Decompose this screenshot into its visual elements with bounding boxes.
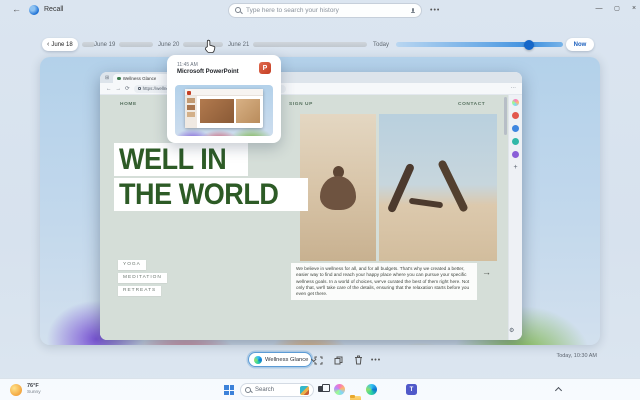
timeline-today-label[interactable]: Today bbox=[373, 39, 389, 51]
browser-menu-icon[interactable]: ⋯ bbox=[511, 86, 517, 92]
edge-icon bbox=[254, 355, 262, 364]
weather-temperature[interactable]: 76°F bbox=[27, 383, 39, 389]
arrow-right-icon[interactable]: → bbox=[482, 267, 491, 277]
snapshot-timestamp: Today, 10:30 AM bbox=[556, 353, 597, 359]
start-button[interactable] bbox=[224, 385, 234, 395]
back-icon[interactable]: ← bbox=[12, 5, 21, 14]
browser-toolbar: ← → ⟳ https://wellnessglance.com ⋯ bbox=[100, 83, 522, 95]
browser-forward-icon[interactable]: → bbox=[116, 86, 122, 92]
tag-yoga[interactable]: YOGA bbox=[118, 260, 146, 270]
timeline-day-label[interactable]: June 20 bbox=[158, 39, 179, 51]
tooltip-app-name: Microsoft PowerPoint bbox=[177, 69, 239, 75]
close-button[interactable]: × bbox=[629, 4, 639, 14]
weather-icon[interactable] bbox=[10, 384, 22, 396]
app-filter-pill[interactable]: Wellness Glance bbox=[248, 352, 317, 367]
tag-meditation[interactable]: MEDITATION bbox=[118, 273, 167, 283]
copy-button[interactable] bbox=[332, 354, 344, 366]
nav-contact-link[interactable]: CONTACT bbox=[458, 102, 485, 107]
taskbar: 76°F Sunny Search T 11:11 AM 6/20/2024 bbox=[0, 378, 640, 400]
chevron-left-icon: ‹ bbox=[47, 40, 50, 48]
timeline-segment[interactable] bbox=[183, 42, 223, 47]
search-icon bbox=[235, 7, 242, 14]
lock-icon bbox=[137, 86, 141, 91]
timeline-segment[interactable] bbox=[253, 42, 367, 47]
nav-home-link[interactable]: HOME bbox=[120, 102, 137, 107]
recall-app-icon bbox=[29, 5, 39, 15]
history-search-input[interactable]: Type here to search your history bbox=[228, 3, 422, 18]
sidebar-app-icon[interactable] bbox=[512, 138, 519, 145]
snapshot-tooltip[interactable]: 11:45 AM Microsoft PowerPoint P bbox=[167, 55, 281, 143]
app-title: Recall bbox=[44, 6, 64, 13]
minimize-button[interactable]: — bbox=[594, 4, 604, 14]
browser-window: ⊞ Wellness Glance + ← → ⟳ https://wellne… bbox=[100, 72, 522, 340]
tag-retreats[interactable]: RETREATS bbox=[118, 286, 162, 296]
timeline-day-pill[interactable]: ‹ June 18 bbox=[42, 38, 78, 51]
more-options-button[interactable]: ••• bbox=[430, 7, 440, 14]
meditation-photo bbox=[300, 114, 376, 261]
favicon bbox=[117, 76, 121, 81]
workspaces-icon[interactable]: ⊞ bbox=[105, 74, 109, 83]
screenshot-button[interactable] bbox=[312, 354, 324, 366]
bing-image-icon bbox=[300, 385, 309, 395]
tooltip-time: 11:45 AM bbox=[177, 62, 198, 68]
teams-icon[interactable]: T bbox=[406, 384, 417, 395]
timeline-segment[interactable] bbox=[119, 42, 153, 47]
timeline-slider-handle[interactable] bbox=[524, 39, 534, 50]
intro-paragraph: We believe in wellness for all, and for … bbox=[291, 263, 477, 301]
taskbar-search[interactable]: Search bbox=[240, 383, 314, 397]
tray-expand-icon[interactable] bbox=[554, 386, 563, 395]
timeline-day-label[interactable]: June 19 bbox=[94, 39, 115, 51]
sidebar-app-icon[interactable] bbox=[512, 125, 519, 132]
cursor-icon bbox=[205, 39, 216, 53]
browser-back-icon[interactable]: ← bbox=[106, 86, 112, 92]
headline-line2: THE WORLD bbox=[119, 178, 279, 211]
maximize-button[interactable]: ▢ bbox=[612, 4, 622, 14]
snapshot-preview[interactable]: ⊞ Wellness Glance + ← → ⟳ https://wellne… bbox=[40, 57, 600, 345]
nav-signup-link[interactable]: SIGN UP bbox=[289, 102, 313, 107]
microphone-icon[interactable] bbox=[411, 7, 415, 14]
webpage-content: HOME SIGN UP CONTACT WELL IN THE WORLD Y… bbox=[100, 95, 522, 340]
delete-button[interactable] bbox=[352, 354, 364, 366]
headline-line2-block: THE WORLD bbox=[114, 178, 308, 211]
browser-tab[interactable]: Wellness Glance bbox=[113, 74, 172, 83]
timeline-today-track[interactable] bbox=[396, 42, 563, 47]
title-bar: ← Recall Type here to search your histor… bbox=[0, 0, 640, 22]
search-icon bbox=[245, 386, 252, 394]
task-view-button[interactable] bbox=[318, 384, 330, 395]
powerpoint-thumbnail[interactable] bbox=[175, 85, 273, 136]
sidebar-app-icon[interactable] bbox=[512, 151, 519, 158]
add-icon[interactable]: + bbox=[513, 164, 517, 171]
recall-window: ← Recall Type here to search your histor… bbox=[0, 0, 640, 400]
file-explorer-icon[interactable] bbox=[350, 395, 361, 400]
copilot-icon[interactable] bbox=[512, 99, 519, 106]
edge-sidebar: + bbox=[508, 95, 522, 340]
copilot-taskbar-icon[interactable] bbox=[334, 384, 345, 395]
sidebar-app-icon[interactable] bbox=[512, 112, 519, 119]
browser-refresh-icon[interactable]: ⟳ bbox=[125, 86, 130, 92]
edge-taskbar-icon[interactable] bbox=[366, 384, 377, 395]
yoga-stretch-photo bbox=[379, 114, 497, 261]
headline-line1: WELL IN bbox=[119, 143, 227, 176]
scrollbar[interactable] bbox=[504, 97, 507, 135]
headline-line1-block: WELL IN bbox=[114, 143, 248, 176]
powerpoint-icon: P bbox=[259, 62, 271, 74]
browser-tab-strip: ⊞ Wellness Glance + bbox=[100, 72, 522, 83]
now-button[interactable]: Now bbox=[566, 38, 594, 51]
timeline-day-label[interactable]: June 21 bbox=[228, 39, 249, 51]
weather-condition[interactable]: Sunny bbox=[27, 390, 41, 395]
search-placeholder: Type here to search your history bbox=[246, 7, 339, 14]
settings-icon[interactable]: ⚙ bbox=[509, 327, 514, 334]
more-actions-button[interactable]: ••• bbox=[370, 354, 382, 366]
